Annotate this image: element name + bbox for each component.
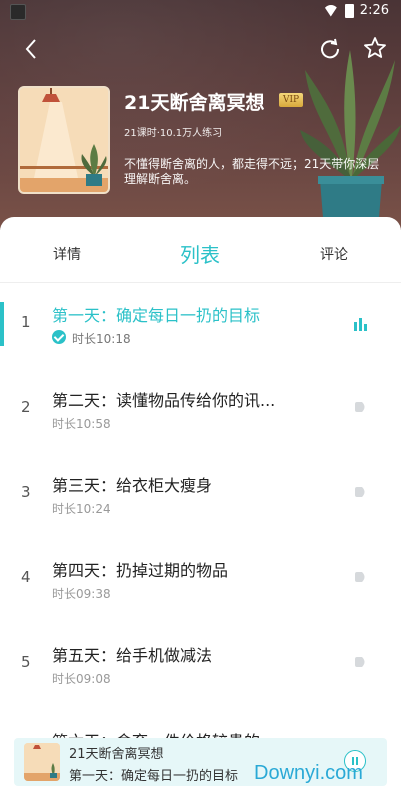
play-icon[interactable]	[354, 655, 368, 669]
active-indicator	[0, 302, 4, 346]
lesson-item[interactable]: 4 第四天：扔掉过期的物品 时长09:38	[0, 539, 401, 624]
battery-icon	[344, 3, 354, 18]
mini-cover-illustration	[24, 743, 60, 781]
back-button[interactable]	[20, 34, 44, 64]
lesson-duration: 时长09:08	[52, 672, 111, 686]
cover-illustration	[20, 88, 108, 192]
mini-player-title: 21天断舍离冥想	[69, 747, 164, 762]
lesson-duration: 时长09:38	[52, 587, 111, 601]
lesson-item[interactable]: 1 第一天：确定每日一扔的目标 时长10:18	[0, 284, 401, 369]
course-description: 不懂得断舍离的人，都走得不远；21天带你深层理解断舍离。	[124, 157, 380, 186]
course-meta: 21课时·10.1万人练习	[124, 128, 223, 139]
watermark: Downyi.com	[254, 762, 363, 784]
course-title: 21天断舍离冥想	[124, 92, 265, 114]
status-time: 2:26	[359, 3, 389, 18]
play-icon[interactable]	[354, 400, 368, 414]
chevron-left-icon	[25, 39, 36, 59]
plant-illustration	[300, 50, 401, 230]
lesson-title: 第三天：给衣柜大瘦身	[52, 476, 213, 495]
lesson-item[interactable]: 3 第三天：给衣柜大瘦身 时长10:24	[0, 454, 401, 539]
tab-list[interactable]: 列表	[180, 217, 220, 283]
mini-player-cover	[24, 743, 60, 781]
lesson-number: 4	[21, 568, 31, 586]
lesson-item[interactable]: 5 第五天：给手机做减法 时长09:08	[0, 624, 401, 709]
playing-icon	[354, 317, 368, 331]
notification-icon	[10, 4, 26, 20]
lesson-number: 3	[21, 483, 31, 501]
lesson-number: 2	[21, 398, 31, 416]
check-icon	[52, 330, 66, 344]
lesson-number: 5	[21, 653, 31, 671]
lesson-title: 第二天：读懂物品传给你的讯...	[52, 391, 276, 410]
lesson-title: 第四天：扔掉过期的物品	[52, 561, 229, 580]
lesson-number: 1	[21, 313, 31, 331]
lesson-duration: 时长10:18	[72, 332, 131, 346]
play-icon[interactable]	[354, 570, 368, 584]
status-icons: 2:26	[322, 3, 389, 18]
wifi-icon	[322, 4, 339, 17]
tab-bar: 详情 列表 评论	[0, 217, 401, 283]
lesson-duration: 时长10:58	[52, 417, 111, 431]
play-icon[interactable]	[354, 485, 368, 499]
lesson-title: 第一天：确定每日一扔的目标	[52, 306, 261, 325]
lesson-title: 第五天：给手机做减法	[52, 646, 213, 665]
course-header: 2:26 21天断舍离冥想 VIP 21课时·10.1万人练习 不懂得断舍离的人…	[0, 0, 401, 230]
tab-comments[interactable]: 评论	[320, 217, 348, 283]
tab-details[interactable]: 详情	[53, 217, 81, 283]
lesson-item[interactable]: 2 第二天：读懂物品传给你的讯... 时长10:58	[0, 369, 401, 454]
lesson-duration: 时长10:24	[52, 502, 111, 516]
vip-badge: VIP	[279, 93, 304, 107]
mini-player-subtitle: 第一天：确定每日一扔的目标	[69, 769, 239, 784]
course-cover	[18, 86, 110, 194]
status-bar: 2:26	[0, 0, 401, 24]
